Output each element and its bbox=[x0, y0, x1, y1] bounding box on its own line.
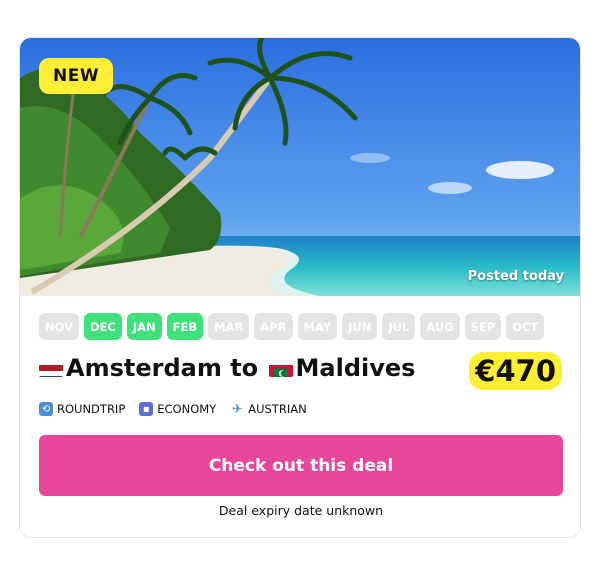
month-chip-aug: AUG bbox=[420, 313, 460, 340]
month-chip-mar: MAR bbox=[208, 313, 250, 340]
deal-card[interactable]: NEW Posted today NOV DEC JAN FEB MAR APR MAY JU… bbox=[19, 37, 581, 538]
month-chip-jun: JUN bbox=[342, 313, 378, 340]
destination-photo[interactable]: NEW Posted today bbox=[20, 38, 580, 296]
month-chip-feb: FEB bbox=[166, 313, 204, 340]
route-title[interactable]: Amsterdam to Maldives bbox=[39, 354, 415, 382]
month-chip-nov: NOV bbox=[39, 313, 79, 340]
airplane-icon: ✈ bbox=[231, 401, 243, 417]
route-destination: Maldives bbox=[295, 354, 416, 382]
cabin-class-label: ECONOMY bbox=[157, 402, 217, 416]
check-out-deal-button[interactable]: Check out this deal bbox=[39, 435, 563, 496]
roundtrip-icon: ⟲ bbox=[39, 402, 53, 416]
cabin-class: ▪ ECONOMY bbox=[139, 402, 216, 416]
month-chip-dec: DEC bbox=[84, 313, 122, 340]
deal-price: €470 bbox=[469, 352, 562, 390]
month-chip-oct: OCT bbox=[506, 313, 545, 340]
netherlands-flag-icon bbox=[39, 360, 63, 377]
maldives-flag-icon bbox=[268, 360, 293, 377]
month-chip-jan: JAN bbox=[126, 313, 162, 340]
month-chip-sep: SEP bbox=[464, 313, 502, 340]
route-origin: Amsterdam bbox=[66, 354, 222, 382]
deal-expiry: Deal expiry date unknown bbox=[218, 503, 384, 518]
trip-type-label: ROUNDTRIP bbox=[57, 402, 126, 416]
route-connector: to bbox=[221, 354, 267, 382]
seat-icon: ▪ bbox=[139, 402, 154, 416]
airline-label: AUSTRIAN bbox=[248, 402, 307, 416]
month-chip-may: MAY bbox=[297, 313, 338, 340]
trip-type: ⟲ ROUNDTRIP bbox=[39, 402, 125, 416]
month-chip-apr: APR bbox=[254, 313, 293, 340]
posted-date: Posted today bbox=[467, 269, 564, 284]
travel-months: NOV DEC JAN FEB MAR APR MAY JUN JUL AUG SEP OCT bbox=[39, 313, 545, 340]
month-chip-jul: JUL bbox=[382, 313, 416, 340]
deal-details: ⟲ ROUNDTRIP ▪ ECONOMY ✈ AUSTRIAN bbox=[39, 401, 307, 417]
new-badge: NEW bbox=[39, 58, 114, 94]
airline: ✈ AUSTRIAN bbox=[230, 401, 307, 417]
